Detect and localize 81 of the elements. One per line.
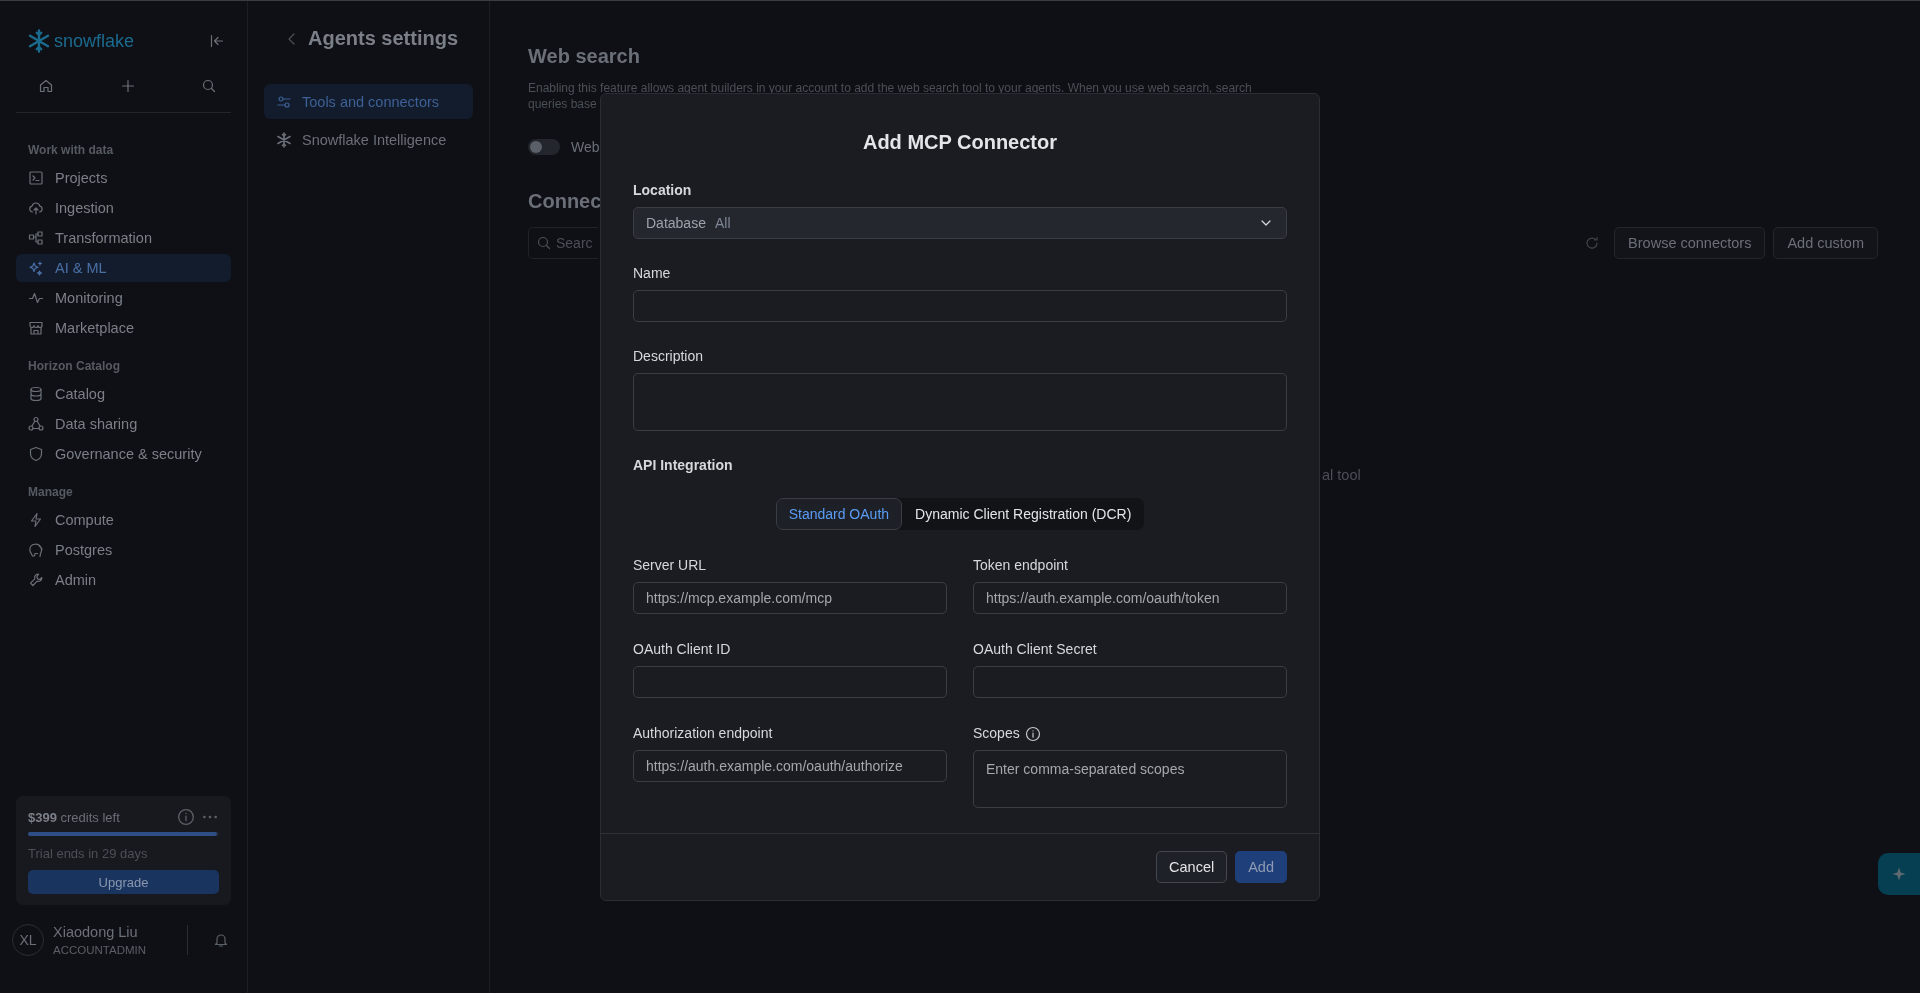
terminal-icon: [28, 170, 44, 186]
field-label: Name: [633, 265, 672, 282]
toolbar-button[interactable]: Browse connectors: [1614, 227, 1766, 259]
plus-icon: [119, 78, 136, 94]
shield-icon: [28, 446, 44, 462]
settings-item[interactable]: Snowflake Intelligence: [264, 122, 473, 157]
name-field[interactable]: [633, 290, 1287, 322]
input-field[interactable]: https://mcp.example.com/mcp: [633, 582, 947, 614]
nav-item[interactable]: Transformation: [16, 224, 231, 252]
pulse-icon: [28, 290, 44, 306]
nav-item[interactable]: Compute: [16, 506, 231, 534]
collapse-sidebar-icon[interactable]: [209, 33, 225, 49]
input-field[interactable]: https://auth.example.com/oauth/authorize: [633, 750, 947, 782]
assistant-button[interactable]: [1878, 853, 1920, 895]
field-label: Description: [633, 348, 705, 365]
nav-item[interactable]: Projects: [16, 164, 231, 192]
input-field[interactable]: [633, 666, 947, 698]
field-label: Location: [633, 182, 693, 199]
empty-state-text: al tool: [1321, 467, 1362, 483]
snowflake-icon: [276, 131, 292, 148]
field-label: OAuth Client Secret: [973, 641, 1098, 658]
toggle-switch[interactable]: [528, 139, 560, 155]
description-field[interactable]: [633, 373, 1287, 431]
nav-item[interactable]: Postgres: [16, 536, 231, 564]
field-label: Authorization endpoint: [633, 725, 774, 742]
toggle-label: Web: [571, 139, 600, 155]
refresh-icon[interactable]: [1584, 235, 1601, 251]
field-label: Server URL: [633, 557, 708, 574]
user-name: Xiaodong Liu: [53, 924, 139, 940]
location-select[interactable]: Database All: [633, 207, 1287, 239]
bolt-icon: [28, 512, 44, 528]
nav-item[interactable]: AI & ML: [16, 254, 231, 282]
store-icon: [28, 320, 44, 336]
wrench-icon: [28, 572, 44, 588]
page-title: Agents settings: [308, 27, 459, 50]
upgrade-button[interactable]: Upgrade: [28, 870, 219, 894]
sliders-icon: [276, 93, 292, 110]
logo-text: snowflake: [54, 30, 135, 52]
dialog-title: Add MCP Connector: [861, 130, 1059, 154]
nav-item[interactable]: Marketplace: [16, 314, 231, 342]
text-area[interactable]: Enter comma-separated scopes: [973, 750, 1287, 808]
nav-item[interactable]: Catalog: [16, 380, 231, 408]
search-icon: [201, 78, 217, 94]
flow-icon: [28, 230, 44, 246]
nav-item[interactable]: Admin: [16, 566, 231, 594]
sparkle-icon: [1891, 866, 1907, 882]
description-text: queries base: [528, 96, 598, 112]
tab[interactable]: Standard OAuth: [775, 498, 903, 530]
section-heading: Manage: [27, 484, 74, 501]
field-label: Token endpoint: [973, 557, 1069, 574]
input-field[interactable]: https://auth.example.com/oauth/token: [973, 582, 1287, 614]
sparkle-icon: [28, 260, 44, 276]
search-icon: [536, 235, 552, 251]
database-icon: [28, 386, 44, 402]
info-icon: [177, 808, 195, 826]
credits-text: $399 credits left: [28, 809, 121, 825]
section-title: Connec: [528, 190, 603, 213]
nav-item[interactable]: Data sharing: [16, 410, 231, 438]
nav-item[interactable]: Governance & security: [16, 440, 231, 468]
user-role: ACCOUNTADMIN: [53, 944, 148, 956]
settings-item[interactable]: Tools and connectors: [264, 84, 473, 119]
section-title: Web search: [528, 45, 641, 68]
info-icon: [1024, 725, 1041, 742]
cancel-button[interactable]: Cancel: [1156, 851, 1228, 883]
toolbar-button[interactable]: Add custom: [1773, 227, 1878, 259]
field-label: OAuth Client ID: [633, 641, 732, 658]
nav-item[interactable]: Ingestion: [16, 194, 231, 222]
home-icon: [38, 78, 54, 94]
section-heading: Horizon Catalog: [27, 358, 121, 375]
trial-text: Trial ends in 29 days: [28, 846, 149, 861]
snowflake-logo-icon: [27, 29, 51, 53]
share-icon: [28, 416, 44, 432]
nav-item[interactable]: Monitoring: [16, 284, 231, 312]
search-field[interactable]: Searc: [528, 227, 598, 259]
input-field[interactable]: [973, 666, 1287, 698]
tab[interactable]: Dynamic Client Registration (DCR): [902, 498, 1145, 530]
section-label: API Integration: [633, 457, 734, 474]
section-heading: Work with data: [27, 142, 115, 159]
bell-icon[interactable]: [213, 932, 229, 948]
field-label: Scopes: [973, 725, 1020, 742]
cloud-upload-icon: [28, 200, 44, 216]
